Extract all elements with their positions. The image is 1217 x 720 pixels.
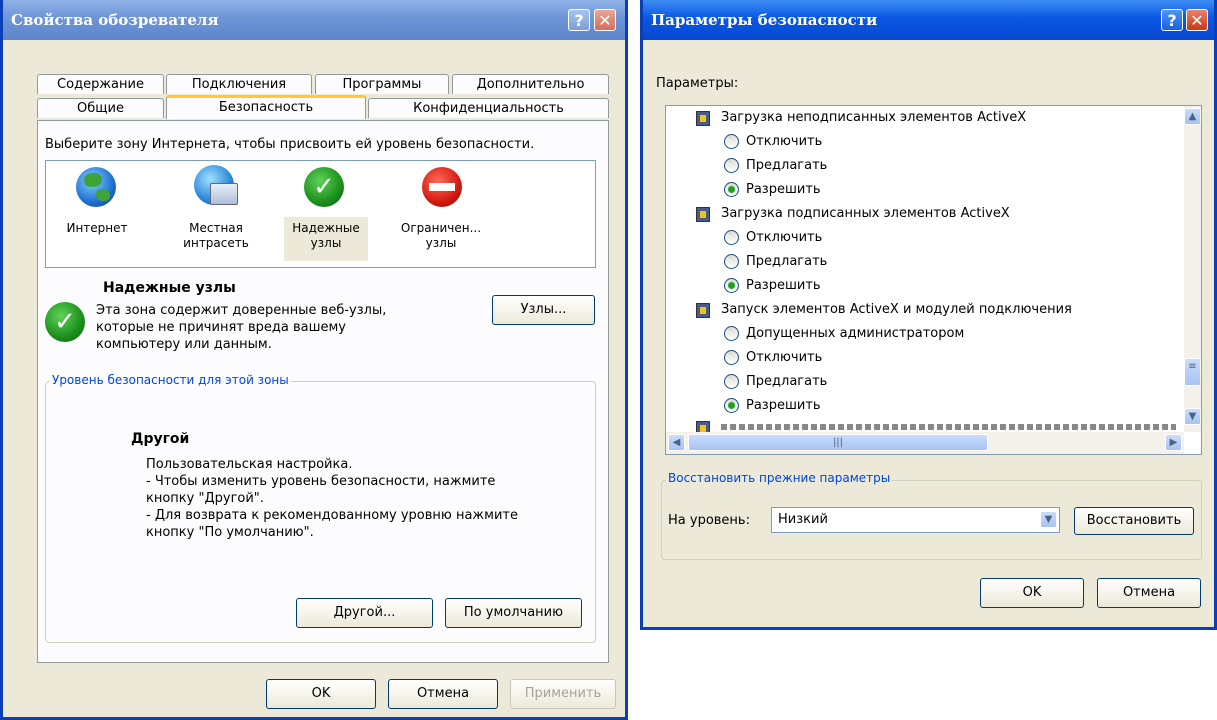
internet-options-titlebar[interactable]: Свойства обозревателя ? ✕	[3, 0, 625, 40]
internet-options-title: Свойства обозревателя	[11, 11, 219, 29]
radio-option-selected[interactable]	[724, 278, 739, 293]
setting-shield-icon	[696, 207, 710, 222]
radio-option[interactable]	[724, 326, 739, 341]
trusted-zone-icon: ✓	[45, 302, 85, 342]
zone-restricted-label: Ограничен... узлы	[400, 221, 482, 250]
close-icon[interactable]: ✕	[1186, 9, 1208, 31]
apply-button[interactable]: Применить	[510, 679, 616, 709]
scroll-up-icon[interactable]: ▲	[1184, 108, 1201, 125]
security-settings-title: Параметры безопасности	[651, 11, 878, 29]
setting-shield-icon	[696, 303, 710, 318]
setting-group-title: Загрузка подписанных элементов ActiveX	[721, 206, 1010, 221]
radio-option[interactable]	[724, 374, 739, 389]
radio-option[interactable]	[724, 158, 739, 173]
reset-level-select[interactable]: Низкий ▼	[771, 507, 1060, 533]
radio-label: Предлагать	[746, 374, 828, 389]
radio-option[interactable]	[724, 254, 739, 269]
tab-connections[interactable]: Подключения	[166, 74, 312, 94]
chevron-down-icon[interactable]: ▼	[1040, 511, 1057, 528]
zone-intranet-label: Местная интрасеть	[183, 221, 249, 250]
level-line-3: - Для возврата к рекомендованному уровню…	[146, 508, 518, 540]
level-description: Пользовательская настройка. - Чтобы изме…	[146, 456, 546, 541]
radio-option-selected[interactable]	[724, 182, 739, 197]
scroll-thumb[interactable]: ≡	[1184, 358, 1201, 386]
radio-label: Отключить	[746, 350, 823, 365]
reset-level-value: Низкий	[778, 512, 828, 527]
radio-label: Отключить	[746, 134, 823, 149]
help-icon[interactable]: ?	[568, 9, 590, 31]
zone-internet-label: Интернет	[66, 221, 128, 235]
globe-icon[interactable]	[76, 167, 116, 207]
zone-info-title: Надежные узлы	[103, 280, 236, 296]
level-line-1: Пользовательская настройка.	[146, 457, 353, 472]
tab-programs[interactable]: Программы	[315, 74, 449, 94]
scroll-right-icon[interactable]: ▶	[1165, 434, 1182, 451]
setting-group-title: Запуск элементов ActiveX и модулей подкл…	[721, 302, 1072, 317]
radio-label: Предлагать	[746, 254, 828, 269]
zone-instruction: Выберите зону Интернета, чтобы присвоить…	[45, 137, 535, 152]
level-name: Другой	[131, 431, 190, 447]
zone-trusted-label: Надежные узлы	[292, 221, 360, 250]
clipped-setting-row	[721, 424, 1176, 430]
default-level-button[interactable]: По умолчанию	[445, 598, 582, 628]
tab-general[interactable]: Общие	[37, 98, 164, 118]
help-icon[interactable]: ?	[1161, 9, 1183, 31]
security-settings-titlebar[interactable]: Параметры безопасности ? ✕	[643, 0, 1214, 40]
trusted-check-icon[interactable]: ✓	[304, 167, 344, 207]
horizontal-scroll-thumb[interactable]: |||	[688, 434, 988, 451]
tab-security[interactable]: Безопасность	[166, 95, 366, 119]
security-level-group-label: Уровень безопасности для этой зоны	[50, 373, 291, 387]
restricted-icon[interactable]	[422, 167, 462, 207]
intranet-icon[interactable]	[194, 165, 238, 205]
reset-level-label: На уровень:	[668, 513, 750, 528]
ok-button[interactable]: OK	[266, 679, 376, 709]
custom-level-button[interactable]: Другой...	[296, 598, 433, 628]
radio-option[interactable]	[724, 230, 739, 245]
zone-info-description: Эта зона содержит доверенные веб-узлы, к…	[96, 303, 387, 352]
reset-settings-group-label: Восстановить прежние параметры	[666, 471, 893, 485]
setting-shield-icon	[696, 111, 710, 126]
zone-list: Интернет Местная интрасеть ✓ Надежные уз…	[45, 160, 596, 268]
radio-option[interactable]	[724, 350, 739, 365]
radio-label: Отключить	[746, 230, 823, 245]
cancel-button[interactable]: Отмена	[388, 679, 498, 709]
setting-group-title: Загрузка неподписанных элементов ActiveX	[721, 110, 1027, 125]
radio-label: Разрешить	[746, 278, 821, 293]
radio-option[interactable]	[724, 134, 739, 149]
tab-privacy[interactable]: Конфиденциальность	[368, 98, 609, 118]
tab-advanced[interactable]: Дополнительно	[452, 74, 609, 94]
reset-button[interactable]: Восстановить	[1074, 507, 1194, 535]
settings-ok-button[interactable]: OK	[980, 578, 1084, 608]
settings-list[interactable]: Загрузка неподписанных элементов ActiveX…	[665, 105, 1202, 455]
radio-label: Допущенных администратором	[746, 326, 965, 341]
radio-option-selected[interactable]	[724, 398, 739, 413]
sites-button[interactable]: Узлы...	[492, 295, 595, 325]
scroll-left-icon[interactable]: ◀	[668, 434, 685, 451]
close-icon[interactable]: ✕	[594, 9, 616, 31]
level-line-2: - Чтобы изменить уровень безопасности, н…	[146, 474, 496, 506]
radio-label: Разрешить	[746, 182, 821, 197]
settings-cancel-button[interactable]: Отмена	[1097, 578, 1201, 608]
radio-label: Предлагать	[746, 158, 828, 173]
settings-label: Параметры:	[656, 76, 739, 91]
scroll-down-icon[interactable]: ▼	[1184, 408, 1201, 425]
radio-label: Разрешить	[746, 398, 821, 413]
tab-content[interactable]: Содержание	[37, 74, 164, 94]
